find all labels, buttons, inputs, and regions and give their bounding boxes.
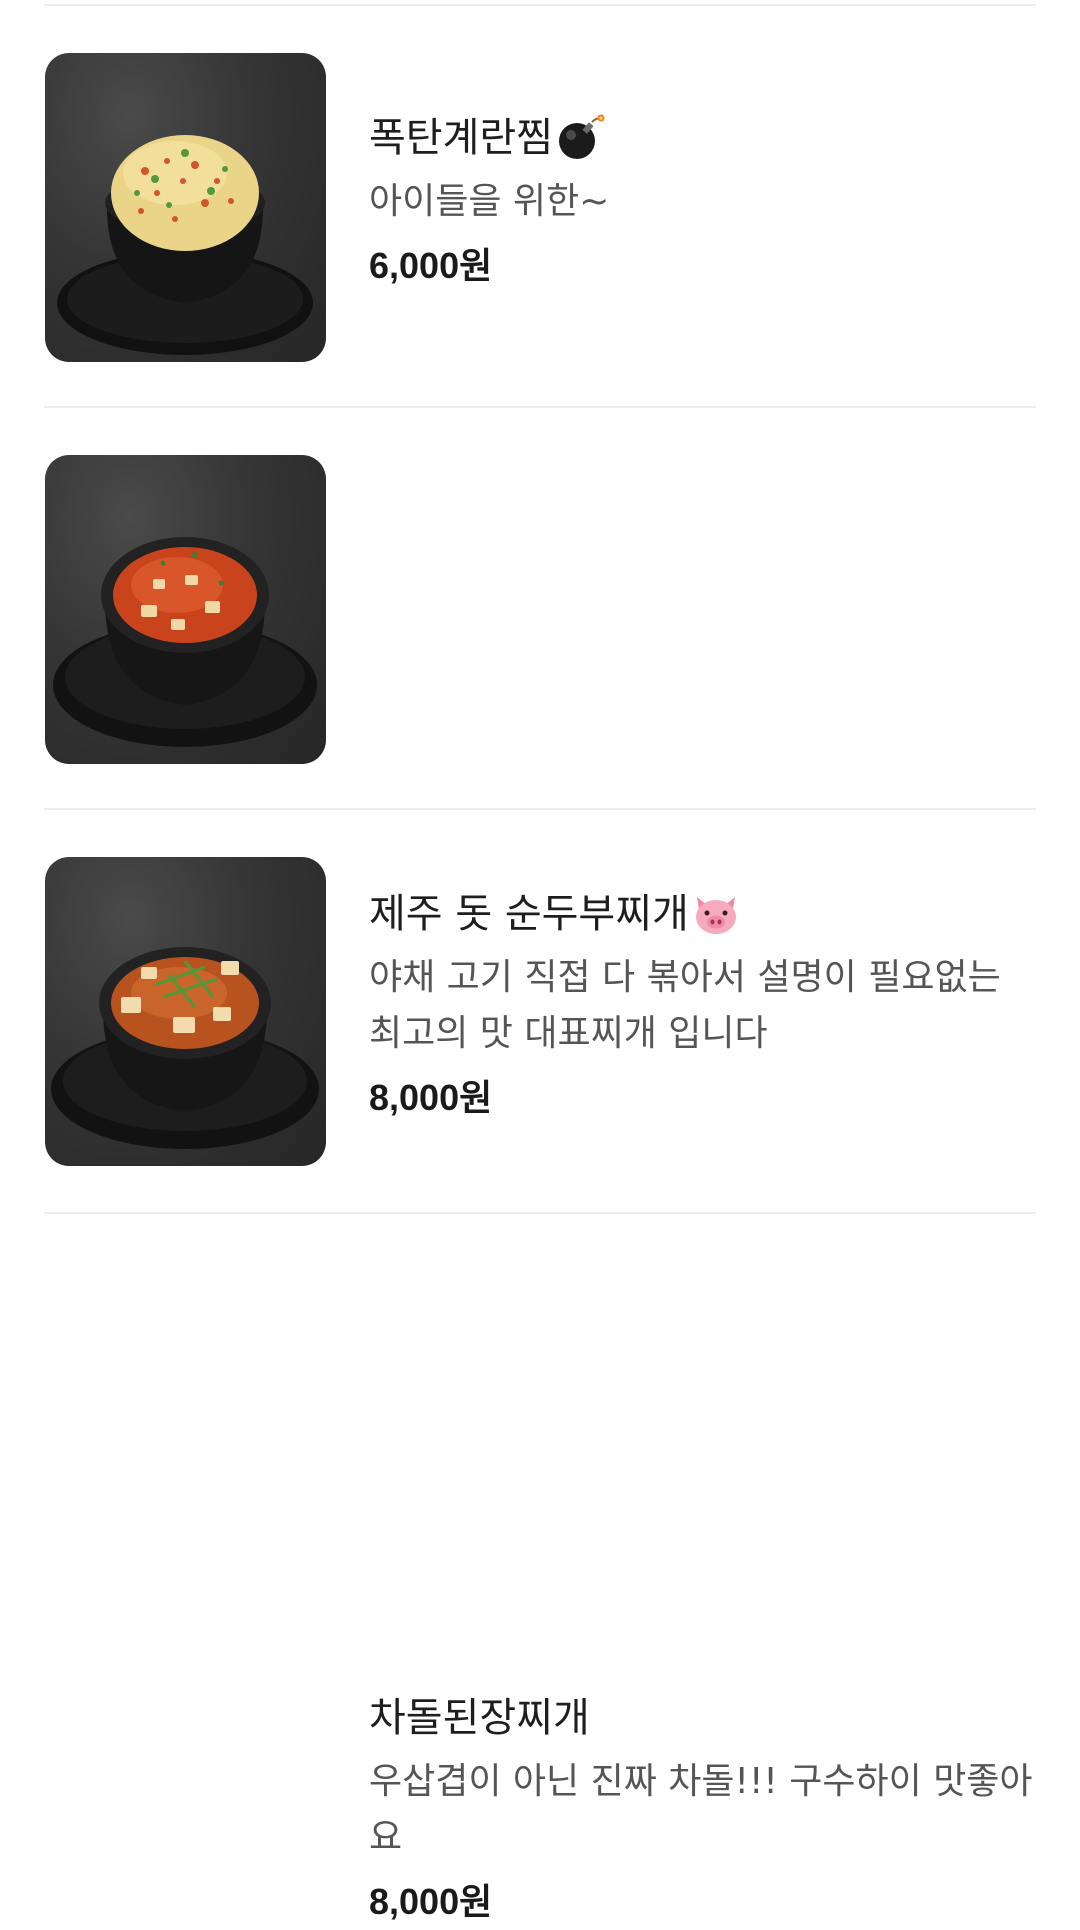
menu-item-name: 폭탄계란찜: [369, 110, 1039, 166]
menu-item-price: 6,000원: [369, 245, 493, 286]
menu-item-egg-steam[interactable]: 폭탄계란찜 아이들을 위한~ 6,000원: [0, 0, 1080, 402]
menu-item-sundubu[interactable]: 제주 돗 순두부찌개 야채 고기 직접 다 볶아서 설명이 필요없는 최고의 맛…: [0, 402, 1080, 1118]
menu-item-image: [45, 455, 326, 764]
menu-item-image: [45, 857, 326, 1166]
menu-item-price: 8,000원: [369, 1881, 493, 1922]
steamed-egg-photo: [57, 135, 313, 355]
doenjang-photo: [51, 947, 319, 1149]
menu-item-name: 차돌된장찌개: [369, 1690, 1039, 1746]
sundubu-photo: [53, 537, 317, 747]
bottom-divider: [44, 1212, 1036, 1214]
menu-item-image: [45, 53, 326, 362]
menu-item-doenjang[interactable]: 차돌된장찌개 우삽겹이 아닌 진짜 차돌!!! 구수하이 맛좋아요 8,000원: [0, 804, 1080, 1922]
menu-item-name-text: 폭탄계란찜: [369, 115, 553, 161]
menu-item-description: 아이들을 위한~: [369, 181, 610, 222]
menu-item-description: 우삽겹이 아닌 진짜 차돌!!! 구수하이 맛좋아요: [369, 1761, 1033, 1858]
bomb-icon: [555, 113, 605, 163]
menu-item-name-text: 차돌된장찌개: [369, 1695, 590, 1741]
